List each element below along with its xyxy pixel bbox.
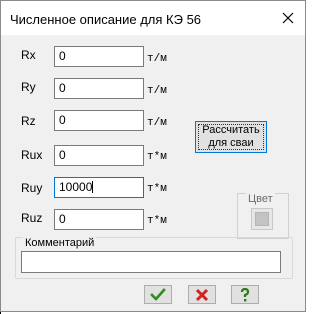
close-icon <box>282 12 294 24</box>
help-button[interactable] <box>231 285 259 304</box>
text-caret <box>92 181 94 193</box>
numeric-description-dialog: Численное описание для КЭ 56 Rx 0 т/м Ry… <box>0 0 306 312</box>
ok-button[interactable] <box>144 285 172 304</box>
color-picker-button[interactable] <box>251 208 273 230</box>
ruz-label: Ruz <box>21 211 43 225</box>
rz-field[interactable]: 0 <box>54 110 144 131</box>
title-bar[interactable]: Численное описание для КЭ 56 <box>1 1 305 35</box>
checkmark-icon <box>150 287 166 301</box>
rux-field[interactable]: 0 <box>54 145 144 166</box>
ruy-unit: т*м <box>147 183 167 195</box>
calculate-for-pile-button[interactable]: Рассчитать для сваи <box>195 121 267 153</box>
rz-label: Rz <box>21 114 36 128</box>
question-icon <box>240 287 250 301</box>
color-swatch <box>255 212 269 226</box>
ruy-field[interactable]: 10000 <box>54 177 144 198</box>
rx-unit: т/м <box>147 53 167 65</box>
rux-label: Rux <box>21 148 43 162</box>
x-icon <box>195 288 209 301</box>
ry-unit: т/м <box>147 85 167 97</box>
color-label: Цвет <box>246 193 275 205</box>
ruz-unit: т*м <box>147 215 167 227</box>
comment-label: Комментарий <box>23 237 97 249</box>
ry-label: Ry <box>21 80 36 94</box>
rx-label: Rx <box>21 48 36 62</box>
cancel-button[interactable] <box>188 285 216 304</box>
ry-field[interactable]: 0 <box>54 78 144 99</box>
calculate-button-line2: для сваи <box>208 137 254 149</box>
comment-input[interactable] <box>21 251 281 273</box>
rux-unit: т*м <box>147 151 167 163</box>
rz-unit: т/м <box>147 117 167 129</box>
ruy-value: 10000 <box>59 180 93 194</box>
ruy-label: Ruy <box>21 181 43 195</box>
window-title: Численное описание для КЭ 56 <box>10 12 202 27</box>
calculate-button-line1: Рассчитать <box>202 124 260 136</box>
rx-field[interactable]: 0 <box>54 46 144 67</box>
close-button[interactable] <box>278 8 298 28</box>
ruz-field[interactable]: 0 <box>54 209 144 230</box>
